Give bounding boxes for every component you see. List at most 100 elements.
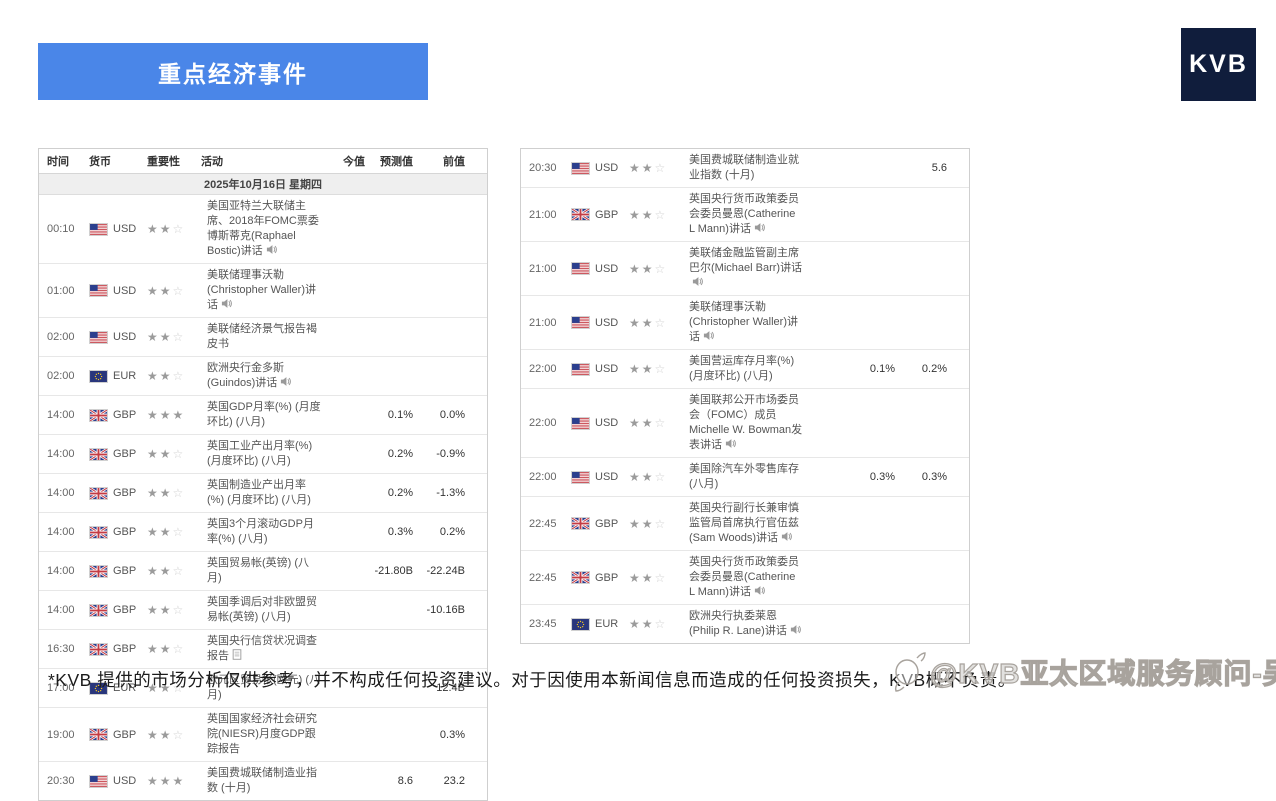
- event-title: 美国营运库存月率(%) (月度环比) (八月): [683, 354, 807, 384]
- event-row: 16:30GBP★★☆英国央行信贷状况调查报告: [39, 630, 487, 669]
- star-icon: ★: [147, 603, 160, 617]
- importance-stars: ★★☆: [147, 642, 201, 656]
- speaker-icon[interactable]: [266, 244, 277, 255]
- star-icon: ★: [629, 470, 642, 484]
- economic-calendar-table-right: 20:30USD★★☆美国费城联储制造业就业指数 (十月)5.621:00GBP…: [520, 148, 970, 644]
- currency-code: USD: [113, 223, 136, 235]
- header-importance: 重要性: [147, 153, 201, 169]
- us-flag-icon: [89, 284, 108, 297]
- event-time: 22:00: [529, 363, 571, 375]
- star-icon: ★: [642, 362, 655, 376]
- importance-stars: ★★☆: [629, 416, 683, 430]
- event-row: 14:00GBP★★☆英国季调后对非欧盟贸易帐(英镑) (八月)-10.16B: [39, 591, 487, 630]
- star-icon: ☆: [173, 486, 186, 500]
- currency-code: GBP: [113, 565, 136, 577]
- currency-code: EUR: [113, 370, 136, 382]
- event-row: 22:00USD★★☆美国除汽车外零售库存 (八月)0.3%0.3%: [521, 458, 969, 497]
- event-time: 22:45: [529, 518, 571, 530]
- currency-code: GBP: [113, 487, 136, 499]
- currency-cell: GBP: [571, 517, 629, 530]
- star-icon: ★: [629, 617, 642, 631]
- previous-value: 0.3%: [895, 471, 947, 483]
- gb-flag-icon: [571, 208, 590, 221]
- star-icon: ★: [160, 525, 173, 539]
- star-icon: ★: [160, 284, 173, 298]
- star-icon: ☆: [655, 470, 668, 484]
- event-time: 22:45: [529, 572, 571, 584]
- star-icon: ★: [642, 517, 655, 531]
- event-row: 19:00GBP★★☆英国国家经济社会研究院(NIESR)月度GDP跟踪报告0.…: [39, 708, 487, 762]
- us-flag-icon: [89, 775, 108, 788]
- star-icon: ★: [173, 774, 186, 788]
- document-icon[interactable]: [232, 649, 242, 660]
- currency-code: GBP: [113, 448, 136, 460]
- page: { "banner": { "title": "重点经济事件" }, "logo…: [0, 0, 1276, 721]
- currency-code: USD: [595, 317, 618, 329]
- star-icon: ☆: [173, 369, 186, 383]
- speaker-icon[interactable]: [725, 438, 736, 449]
- event-time: 19:00: [47, 729, 89, 741]
- calendar-rows-left: 00:10USD★★☆美国亚特兰大联储主席、2018年FOMC票委博斯蒂克(Ra…: [39, 195, 487, 800]
- us-flag-icon: [571, 162, 590, 175]
- speaker-icon[interactable]: [692, 276, 703, 287]
- star-icon: ★: [160, 774, 173, 788]
- importance-stars: ★★☆: [147, 284, 201, 298]
- currency-cell: USD: [571, 162, 629, 175]
- us-flag-icon: [571, 471, 590, 484]
- header-forecast: 预测值: [365, 153, 413, 169]
- event-title: 英国央行货币政策委员会委员曼恩(Catherine L Mann)讲话: [683, 192, 807, 237]
- speaker-icon[interactable]: [703, 330, 714, 341]
- us-flag-icon: [571, 316, 590, 329]
- star-icon: ★: [629, 362, 642, 376]
- event-time: 02:00: [47, 370, 89, 382]
- speaker-icon[interactable]: [781, 531, 792, 542]
- previous-value: 0.2%: [895, 363, 947, 375]
- event-time: 02:00: [47, 331, 89, 343]
- event-time: 14:00: [47, 565, 89, 577]
- forecast-value: 8.6: [365, 775, 413, 787]
- speaker-icon[interactable]: [754, 585, 765, 596]
- speaker-icon[interactable]: [280, 376, 291, 387]
- event-title: 欧洲央行执委莱恩(Philip R. Lane)讲话: [683, 609, 807, 639]
- gb-flag-icon: [89, 487, 108, 500]
- us-flag-icon: [571, 262, 590, 275]
- speaker-icon[interactable]: [790, 624, 801, 635]
- currency-cell: GBP: [89, 448, 147, 461]
- currency-cell: GBP: [89, 728, 147, 741]
- watermark: @KVB亚太区域服务顾问-吴文: [889, 650, 1276, 694]
- event-time: 20:30: [47, 775, 89, 787]
- importance-stars: ★★☆: [629, 262, 683, 276]
- importance-stars: ★★☆: [147, 447, 201, 461]
- star-icon: ★: [147, 369, 160, 383]
- speaker-icon[interactable]: [221, 298, 232, 309]
- currency-cell: EUR: [89, 370, 147, 383]
- event-time: 20:30: [529, 162, 571, 174]
- star-icon: ★: [147, 774, 160, 788]
- importance-stars: ★★☆: [629, 617, 683, 631]
- us-flag-icon: [89, 223, 108, 236]
- star-icon: ★: [147, 284, 160, 298]
- importance-stars: ★★☆: [147, 330, 201, 344]
- currency-cell: USD: [571, 471, 629, 484]
- event-time: 14:00: [47, 487, 89, 499]
- event-time: 14:00: [47, 448, 89, 460]
- header-time: 时间: [47, 153, 89, 169]
- currency-cell: GBP: [571, 571, 629, 584]
- star-icon: ★: [642, 416, 655, 430]
- calendar-header-row: 时间 货币 重要性 活动 今值 预测值 前值: [39, 149, 487, 174]
- event-title: 美国费城联储制造业指数 (十月): [201, 766, 325, 796]
- event-time: 21:00: [529, 263, 571, 275]
- currency-code: GBP: [113, 409, 136, 421]
- speaker-icon[interactable]: [754, 222, 765, 233]
- event-row: 00:10USD★★☆美国亚特兰大联储主席、2018年FOMC票委博斯蒂克(Ra…: [39, 195, 487, 264]
- gb-flag-icon: [571, 571, 590, 584]
- event-title: 英国央行货币政策委员会委员曼恩(Catherine L Mann)讲话: [683, 555, 807, 600]
- currency-code: USD: [113, 285, 136, 297]
- header-actual: 今值: [325, 153, 365, 169]
- star-icon: ☆: [655, 571, 668, 585]
- star-icon: ☆: [655, 208, 668, 222]
- star-icon: ★: [642, 571, 655, 585]
- star-icon: ★: [642, 262, 655, 276]
- event-row: 21:00GBP★★☆英国央行货币政策委员会委员曼恩(Catherine L M…: [521, 188, 969, 242]
- previous-value: -0.9%: [413, 448, 465, 460]
